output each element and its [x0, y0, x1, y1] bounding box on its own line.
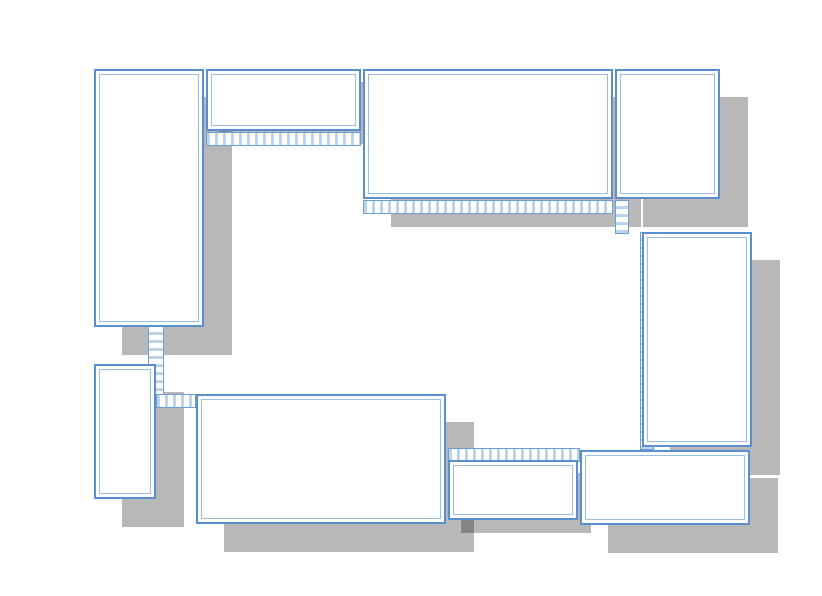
block-nw-tall	[94, 69, 204, 327]
diagram-canvas	[0, 0, 822, 596]
wall-ne	[615, 200, 629, 234]
wall-n2	[363, 200, 613, 214]
block-e-tall	[642, 232, 752, 447]
block-s-connector	[448, 460, 578, 520]
block-n-wide	[363, 69, 613, 199]
block-sw-low	[94, 364, 156, 499]
block-n-connector	[206, 69, 361, 131]
wall-s1	[156, 394, 196, 408]
wall-nw	[206, 132, 361, 146]
block-s-wide	[196, 394, 446, 524]
block-se	[580, 450, 750, 525]
block-ne	[615, 69, 720, 199]
